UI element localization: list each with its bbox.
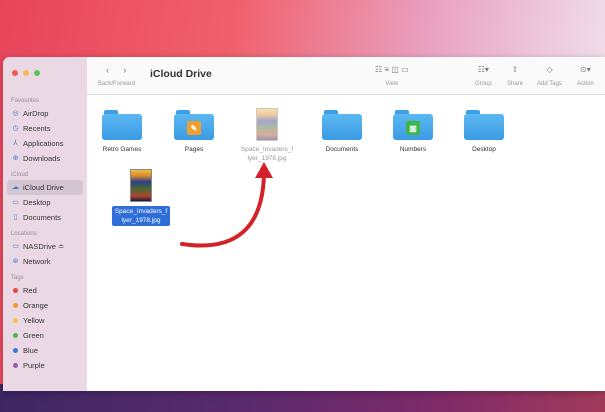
tag-dot-icon bbox=[13, 288, 18, 293]
clock-icon: ◷ bbox=[12, 125, 19, 132]
sidebar-heading-icloud: iCloud bbox=[11, 172, 29, 178]
sidebar-item-downloads[interactable]: ⊕ Downloads bbox=[3, 151, 87, 166]
sidebar-item-documents[interactable]: ▯ Documents bbox=[3, 210, 87, 225]
sidebar-heading-tags: Tags bbox=[11, 275, 24, 281]
cloud-icon: ☁ bbox=[12, 184, 19, 191]
finder-window: Favourites ◎ AirDrop ◷ Recents ⅄ Applicatio… bbox=[3, 57, 605, 391]
desktop-icon: ▭ bbox=[12, 199, 19, 206]
sidebar-heading-favourites: Favourites bbox=[11, 98, 40, 104]
file-grid: Retro Games ✎ Pages Space_Invaders_f lyer… bbox=[87, 96, 605, 391]
sidebar-item-nasdrive[interactable]: ▭ NASDrive ≐ bbox=[3, 239, 87, 254]
window-controls bbox=[12, 70, 40, 76]
sidebar-item-tag-orange[interactable]: Orange bbox=[3, 298, 87, 313]
minimize-button[interactable] bbox=[23, 70, 29, 76]
document-icon: ▯ bbox=[13, 214, 18, 221]
drag-arrow-annotation bbox=[180, 162, 273, 248]
action-icon: ⊙▾ bbox=[579, 65, 591, 74]
group-icon: ☷▾ bbox=[477, 65, 489, 74]
download-icon: ⊕ bbox=[12, 155, 19, 162]
arrow-path bbox=[180, 172, 266, 248]
arrowhead-icon bbox=[255, 162, 273, 178]
action-button[interactable]: ⊙▾ Action bbox=[577, 65, 594, 87]
group-button[interactable]: ☷▾ Group bbox=[475, 65, 492, 87]
sidebar-item-airdrop[interactable]: ◎ AirDrop bbox=[3, 106, 87, 121]
view-control[interactable]: ☷ ≡ ◫ ▭ View bbox=[375, 65, 409, 87]
sidebar-item-network[interactable]: ⊛ Network bbox=[3, 254, 87, 269]
sidebar-item-tag-red[interactable]: Red bbox=[3, 283, 87, 298]
globe-icon: ⊛ bbox=[12, 258, 19, 265]
monitor-icon: ▭ bbox=[12, 243, 19, 250]
applications-icon: ⅄ bbox=[13, 140, 18, 147]
window-title: iCloud Drive bbox=[150, 68, 212, 80]
tag-dot-icon bbox=[13, 318, 18, 323]
close-button[interactable] bbox=[12, 70, 18, 76]
sidebar-item-desktop[interactable]: ▭ Desktop bbox=[3, 195, 87, 210]
back-forward-buttons[interactable]: ‹ › bbox=[106, 65, 133, 75]
back-forward-label: Back/Forward bbox=[98, 81, 136, 87]
airdrop-icon: ◎ bbox=[12, 110, 19, 117]
add-tags-button[interactable]: ◇ Add Tags bbox=[537, 65, 562, 87]
sidebar-item-icloud-drive[interactable]: ☁ iCloud Drive bbox=[7, 180, 83, 195]
sidebar-item-tag-purple[interactable]: Purple bbox=[3, 358, 87, 373]
zoom-button[interactable] bbox=[34, 70, 40, 76]
share-icon: ⇧ bbox=[511, 65, 519, 74]
tag-dot-icon bbox=[13, 333, 18, 338]
view-mode-icons: ☷ ≡ ◫ ▭ bbox=[375, 65, 409, 74]
tag-dot-icon bbox=[13, 303, 18, 308]
sidebar-item-tag-blue[interactable]: Blue bbox=[3, 343, 87, 358]
toolbar: ‹ › Back/Forward iCloud Drive ☷ ≡ ◫ ▭ Vi… bbox=[87, 57, 605, 95]
sidebar-item-tag-yellow[interactable]: Yellow bbox=[3, 313, 87, 328]
sidebar-heading-locations: Locations bbox=[11, 231, 37, 237]
sidebar: Favourites ◎ AirDrop ◷ Recents ⅄ Applicatio… bbox=[3, 57, 87, 391]
tag-dot-icon bbox=[13, 348, 18, 353]
sidebar-item-applications[interactable]: ⅄ Applications bbox=[3, 136, 87, 151]
sidebar-item-tag-green[interactable]: Green bbox=[3, 328, 87, 343]
tag-icon: ◇ bbox=[546, 65, 553, 74]
sidebar-item-recents[interactable]: ◷ Recents bbox=[3, 121, 87, 136]
share-button[interactable]: ⇧ Share bbox=[507, 65, 523, 87]
tag-dot-icon bbox=[13, 363, 18, 368]
